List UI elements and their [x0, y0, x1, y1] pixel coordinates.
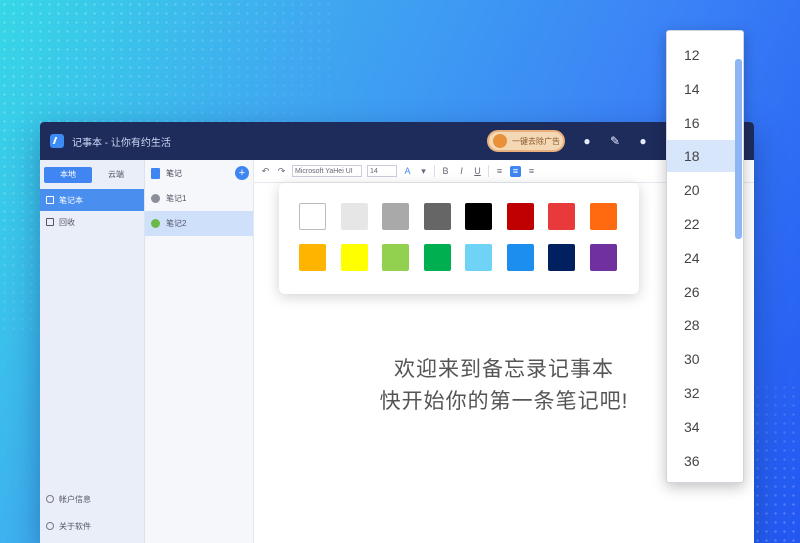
font-size-option[interactable]: 26	[667, 276, 735, 308]
underline-button[interactable]: U	[472, 166, 483, 177]
color-swatch[interactable]	[506, 203, 534, 230]
color-swatch[interactable]	[382, 244, 409, 271]
color-palette-popup	[279, 183, 639, 294]
sidebar: 本地 云端 笔记本 回收 帐户信息 关于软件	[40, 160, 145, 543]
font-size-option[interactable]: 30	[667, 343, 735, 375]
font-size-option[interactable]: 16	[667, 107, 735, 139]
account-icon	[46, 495, 54, 503]
font-size-option[interactable]: 22	[667, 208, 735, 240]
about-label: 关于软件	[59, 521, 91, 531]
color-swatch[interactable]	[299, 244, 326, 271]
font-size-option[interactable]: 34	[667, 411, 735, 443]
divider	[434, 165, 435, 177]
font-size-option[interactable]: 28	[667, 309, 735, 341]
about-button[interactable]: 关于软件	[40, 515, 144, 537]
note-dot-icon	[151, 219, 160, 228]
color-swatch[interactable]	[340, 244, 368, 271]
title-bar: 记事本 - 让你有约生活 一键去除广告 ● ✎ ●	[40, 122, 754, 160]
font-size-option[interactable]: 12	[667, 39, 735, 71]
color-swatch[interactable]	[506, 244, 534, 271]
font-size-option[interactable]: 14	[667, 73, 735, 105]
add-note-button[interactable]: +	[235, 166, 249, 180]
bold-button[interactable]: B	[440, 166, 451, 177]
italic-button[interactable]: I	[456, 166, 467, 177]
notebook-icon	[46, 196, 54, 204]
color-swatch[interactable]	[299, 203, 326, 230]
color-swatch[interactable]	[589, 203, 617, 230]
color-swatch[interactable]	[340, 203, 368, 230]
user-icon[interactable]: ●	[580, 134, 594, 148]
font-size-select[interactable]: 14	[367, 165, 397, 177]
color-swatch[interactable]	[465, 203, 492, 230]
font-size-option[interactable]: 24	[667, 242, 735, 274]
vip-label: 一键去除广告	[512, 136, 560, 146]
align-center-icon[interactable]: ≡	[510, 165, 521, 177]
list-item[interactable]: 笔记1	[145, 186, 253, 211]
color-swatch[interactable]	[548, 203, 575, 230]
storage-tabs: 本地 云端	[44, 167, 140, 183]
pin-icon[interactable]: ✎	[608, 134, 622, 148]
tab-local[interactable]: 本地	[44, 167, 92, 183]
trash-icon	[46, 218, 54, 226]
color-swatch[interactable]	[465, 244, 492, 271]
font-size-option[interactable]: 32	[667, 377, 735, 409]
tab-cloud[interactable]: 云端	[92, 167, 140, 183]
document-icon	[151, 167, 160, 179]
account-label: 帐户信息	[59, 494, 91, 504]
divider	[488, 165, 489, 177]
crown-icon	[493, 134, 507, 148]
app-logo-icon	[50, 134, 64, 148]
color-swatch[interactable]	[423, 203, 451, 230]
color-swatch[interactable]	[423, 244, 451, 271]
settings-icon[interactable]: ●	[636, 134, 650, 148]
undo-icon[interactable]: ↶	[260, 166, 271, 177]
highlight-icon[interactable]: ▾	[418, 166, 429, 177]
info-icon	[46, 522, 54, 530]
scrollbar[interactable]	[735, 59, 742, 239]
font-size-dropdown: 36 34 32 30 28 26 24 22 20 18 16 14 12	[666, 30, 744, 483]
account-button[interactable]: 帐户信息	[40, 488, 144, 510]
font-size-option[interactable]: 36	[667, 445, 735, 477]
sidebar-item-label: 回收	[59, 217, 75, 227]
note-list-title: 笔记	[166, 168, 182, 178]
sidebar-item-trash[interactable]: 回收	[40, 211, 144, 233]
align-right-icon[interactable]: ≡	[526, 166, 537, 177]
sidebar-item-label: 笔记本	[59, 195, 83, 205]
color-swatch[interactable]	[589, 244, 617, 271]
font-color-icon[interactable]: A	[402, 166, 413, 177]
font-size-option[interactable]: 18	[667, 140, 735, 173]
sidebar-item-notebook[interactable]: 笔记本	[40, 189, 144, 211]
color-swatch[interactable]	[548, 244, 575, 271]
align-left-icon[interactable]: ≡	[494, 166, 505, 177]
note-dot-icon	[151, 194, 160, 203]
note-label: 笔记1	[166, 194, 187, 203]
app-title: 记事本 - 让你有约生活	[72, 137, 171, 149]
note-label: 笔记2	[166, 219, 187, 228]
color-swatch[interactable]	[382, 203, 409, 230]
note-list: 笔记 + 笔记1 笔记2	[145, 160, 254, 543]
font-size-option[interactable]: 20	[667, 174, 735, 206]
redo-icon[interactable]: ↷	[276, 166, 287, 177]
list-item[interactable]: 笔记2	[145, 211, 253, 236]
font-family-select[interactable]: Microsoft YaHei UI	[292, 165, 362, 177]
vip-button[interactable]: 一键去除广告	[487, 130, 565, 152]
